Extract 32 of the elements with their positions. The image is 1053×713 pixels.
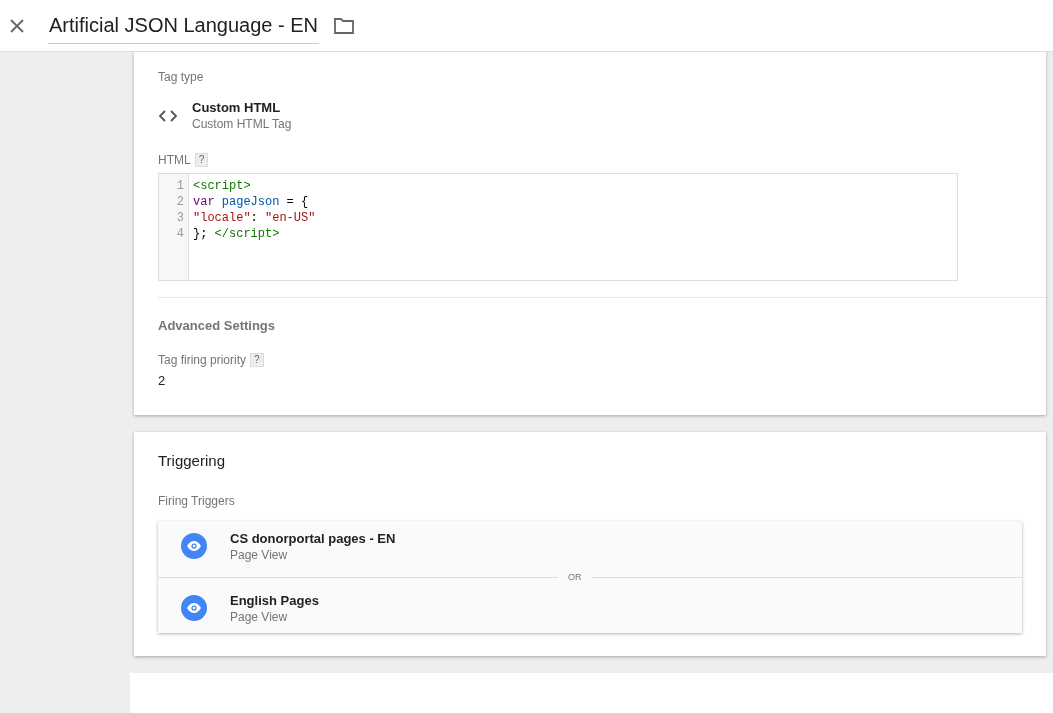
folder-icon[interactable] [333, 16, 355, 35]
firing-triggers-label: Firing Triggers [158, 494, 236, 508]
code-brackets-icon [158, 108, 178, 123]
tag-type-label: Tag type [158, 70, 205, 84]
code-line: <script> [193, 178, 252, 194]
code-editor[interactable]: 1 2 3 4 <script> var pageJson = { "locale": "en-US" }; </script> [158, 173, 958, 281]
trigger-name: English Pages [230, 592, 319, 608]
priority-label: Tag firing priority [158, 353, 247, 367]
line-number: 2 [175, 194, 184, 210]
trigger-row[interactable]: CS donorportal pages - EN Page View [158, 521, 1022, 571]
line-number: 4 [175, 226, 184, 242]
help-button[interactable]: ? [194, 153, 209, 167]
help-button[interactable]: ? [250, 353, 264, 367]
line-number: 3 [175, 210, 184, 226]
triggering-heading: Triggering [158, 452, 226, 469]
trigger-row[interactable]: English Pages Page View [158, 583, 1022, 633]
tag-type-description: Custom HTML Tag [192, 117, 292, 131]
priority-value: 2 [158, 373, 167, 388]
tag-type-name[interactable]: Custom HTML [192, 100, 292, 115]
trigger-type: Page View [230, 609, 289, 624]
html-label: HTML [158, 153, 191, 167]
eye-icon [181, 595, 207, 621]
code-line: }; </script> [193, 226, 281, 242]
close-icon[interactable] [8, 16, 26, 35]
trigger-name: CS donorportal pages - EN [230, 530, 396, 546]
trigger-type: Page View [230, 547, 289, 562]
code-line: var pageJson = { [193, 194, 310, 210]
line-number: 1 [175, 178, 184, 194]
code-line: "locale": "en-US" [193, 210, 316, 226]
eye-icon [181, 533, 207, 559]
advanced-settings-heading: Advanced Settings [158, 318, 277, 333]
tag-name-field[interactable]: Artificial JSON Language - EN [48, 13, 319, 44]
